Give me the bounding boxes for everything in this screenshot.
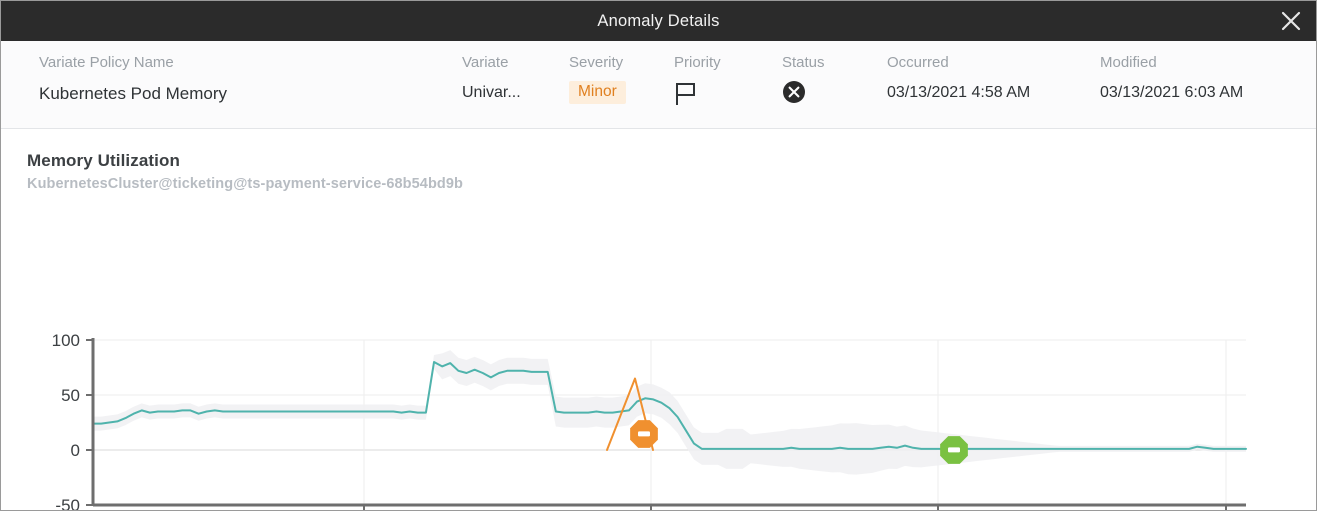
info-label-status: Status bbox=[782, 54, 825, 71]
y-axis-tick-label: 50 bbox=[61, 386, 80, 405]
info-value-modified: 03/13/2021 6:03 AM bbox=[1100, 84, 1244, 101]
y-axis-tick-label: 100 bbox=[52, 331, 80, 350]
info-label-modified: Modified bbox=[1100, 54, 1157, 71]
info-label-occurred: Occurred bbox=[887, 54, 949, 71]
info-value-occurred: 03/13/2021 4:58 AM bbox=[887, 84, 1031, 101]
anomaly-info-bar: Variate Policy Name Kubernetes Pod Memor… bbox=[1, 41, 1316, 129]
severity-badge: Minor bbox=[569, 81, 626, 104]
y-axis-tick-label: -50 bbox=[55, 496, 80, 510]
dialog-title: Anomaly Details bbox=[597, 11, 720, 30]
anomaly-details-dialog: Anomaly Details Variate Policy Name Kube… bbox=[0, 0, 1317, 511]
status-closed-icon bbox=[782, 80, 806, 109]
info-label-severity: Severity bbox=[569, 54, 624, 71]
close-button[interactable] bbox=[1274, 4, 1308, 38]
memory-utilization-chart[interactable]: 100500-505:00 AM6:00 AM7:00 AM8:00 AM bbox=[1, 129, 1317, 510]
anomaly-end-marker[interactable] bbox=[940, 436, 968, 464]
marker-minus-icon bbox=[638, 431, 650, 437]
dialog-titlebar: Anomaly Details bbox=[1, 1, 1316, 41]
info-label-priority: Priority bbox=[674, 54, 721, 71]
y-axis-tick-label: 0 bbox=[71, 441, 80, 460]
priority-flag-icon bbox=[674, 81, 700, 112]
close-icon bbox=[1281, 11, 1301, 31]
info-value-variate: Univar... bbox=[462, 84, 521, 101]
info-label-policy-name: Variate Policy Name bbox=[39, 54, 174, 71]
info-label-variate: Variate bbox=[462, 54, 509, 71]
marker-minus-icon bbox=[948, 447, 960, 453]
anomaly-start-marker[interactable] bbox=[630, 420, 658, 448]
chart-panel: Memory Utilization KubernetesCluster@tic… bbox=[1, 129, 1317, 510]
info-value-policy-name: Kubernetes Pod Memory bbox=[39, 84, 228, 103]
